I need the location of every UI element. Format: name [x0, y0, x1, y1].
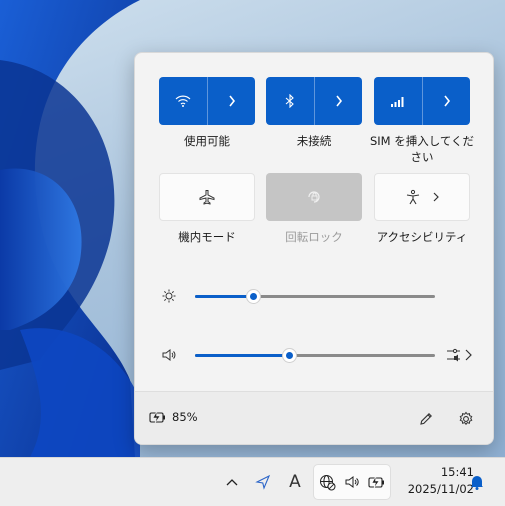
cellular-tile[interactable] [374, 77, 470, 125]
accessibility-label: アクセシビリティ [376, 230, 468, 244]
chevron-right-icon [433, 192, 439, 202]
volume-slider-thumb[interactable] [282, 348, 297, 363]
wifi-more-button[interactable] [208, 77, 255, 125]
bluetooth-tile[interactable] [266, 77, 362, 125]
brightness-slider[interactable] [195, 289, 435, 304]
battery-percentage: 85% [172, 410, 198, 424]
battery-status[interactable]: 85% [149, 410, 198, 424]
chevron-right-icon [443, 95, 450, 107]
battery-charging-icon [149, 410, 165, 424]
volume-slider-fill [195, 354, 289, 357]
wifi-tile[interactable] [159, 77, 255, 125]
settings-gear-icon[interactable] [458, 411, 474, 427]
airplane-mode-label: 機内モード [178, 230, 236, 244]
ime-label: A [289, 472, 301, 492]
bluetooth-toggle[interactable] [266, 77, 315, 125]
airplane-icon [199, 190, 215, 205]
clock-date: 2025/11/02 [407, 482, 474, 496]
network-globe-icon [319, 474, 335, 490]
edit-pencil-icon[interactable] [418, 411, 434, 427]
clock-time: 15:41 [440, 465, 474, 479]
brightness-slider-row [155, 286, 473, 306]
airplane-mode-tile[interactable] [159, 173, 255, 221]
taskbar: A 15:41 2025/11/02 [0, 457, 505, 506]
cellular-more-button[interactable] [423, 77, 470, 125]
bluetooth-icon [285, 94, 294, 108]
wifi-label: 使用可能 [184, 134, 230, 148]
notifications-button[interactable] [466, 458, 488, 506]
battery-charging-icon [367, 475, 384, 489]
chevron-up-icon [226, 479, 238, 486]
chevron-right-icon [228, 95, 235, 107]
show-hidden-icons-button[interactable] [221, 458, 243, 506]
speaker-icon [162, 349, 176, 361]
accessibility-icon [406, 189, 420, 205]
rotation-lock-icon [308, 191, 320, 203]
cellular-label: SIM を挿入してください [369, 134, 475, 164]
cellular-toggle[interactable] [374, 77, 423, 125]
speaker-icon [345, 476, 359, 488]
ime-indicator[interactable]: A [284, 458, 306, 506]
bluetooth-label: 未接続 [296, 134, 332, 148]
bell-icon [471, 476, 483, 490]
location-button[interactable] [252, 458, 274, 506]
volume-slider[interactable] [195, 348, 435, 363]
bluetooth-more-button[interactable] [315, 77, 362, 125]
brightness-slider-thumb[interactable] [246, 289, 261, 304]
wifi-icon [175, 95, 191, 107]
quick-settings-footer: 85% [135, 391, 493, 444]
system-tray-status[interactable] [313, 464, 391, 500]
wifi-toggle[interactable] [159, 77, 208, 125]
cellular-icon [391, 97, 404, 107]
chevron-right-icon [335, 95, 342, 107]
volume-slider-row [155, 345, 473, 365]
location-arrow-icon [255, 474, 271, 490]
accessibility-tile[interactable] [374, 173, 470, 221]
rotation-lock-tile [266, 173, 362, 221]
audio-output-mixer-icon[interactable] [446, 347, 474, 363]
quick-settings-panel: 使用可能 未接続 SIM を挿入してください 機内モード 回転ロック アクセシビ… [134, 52, 494, 445]
brightness-slider-fill [195, 295, 253, 298]
taskbar-clock[interactable]: 15:41 2025/11/02 [394, 464, 474, 498]
rotation-lock-label: 回転ロック [285, 230, 343, 244]
brightness-icon [162, 289, 176, 303]
